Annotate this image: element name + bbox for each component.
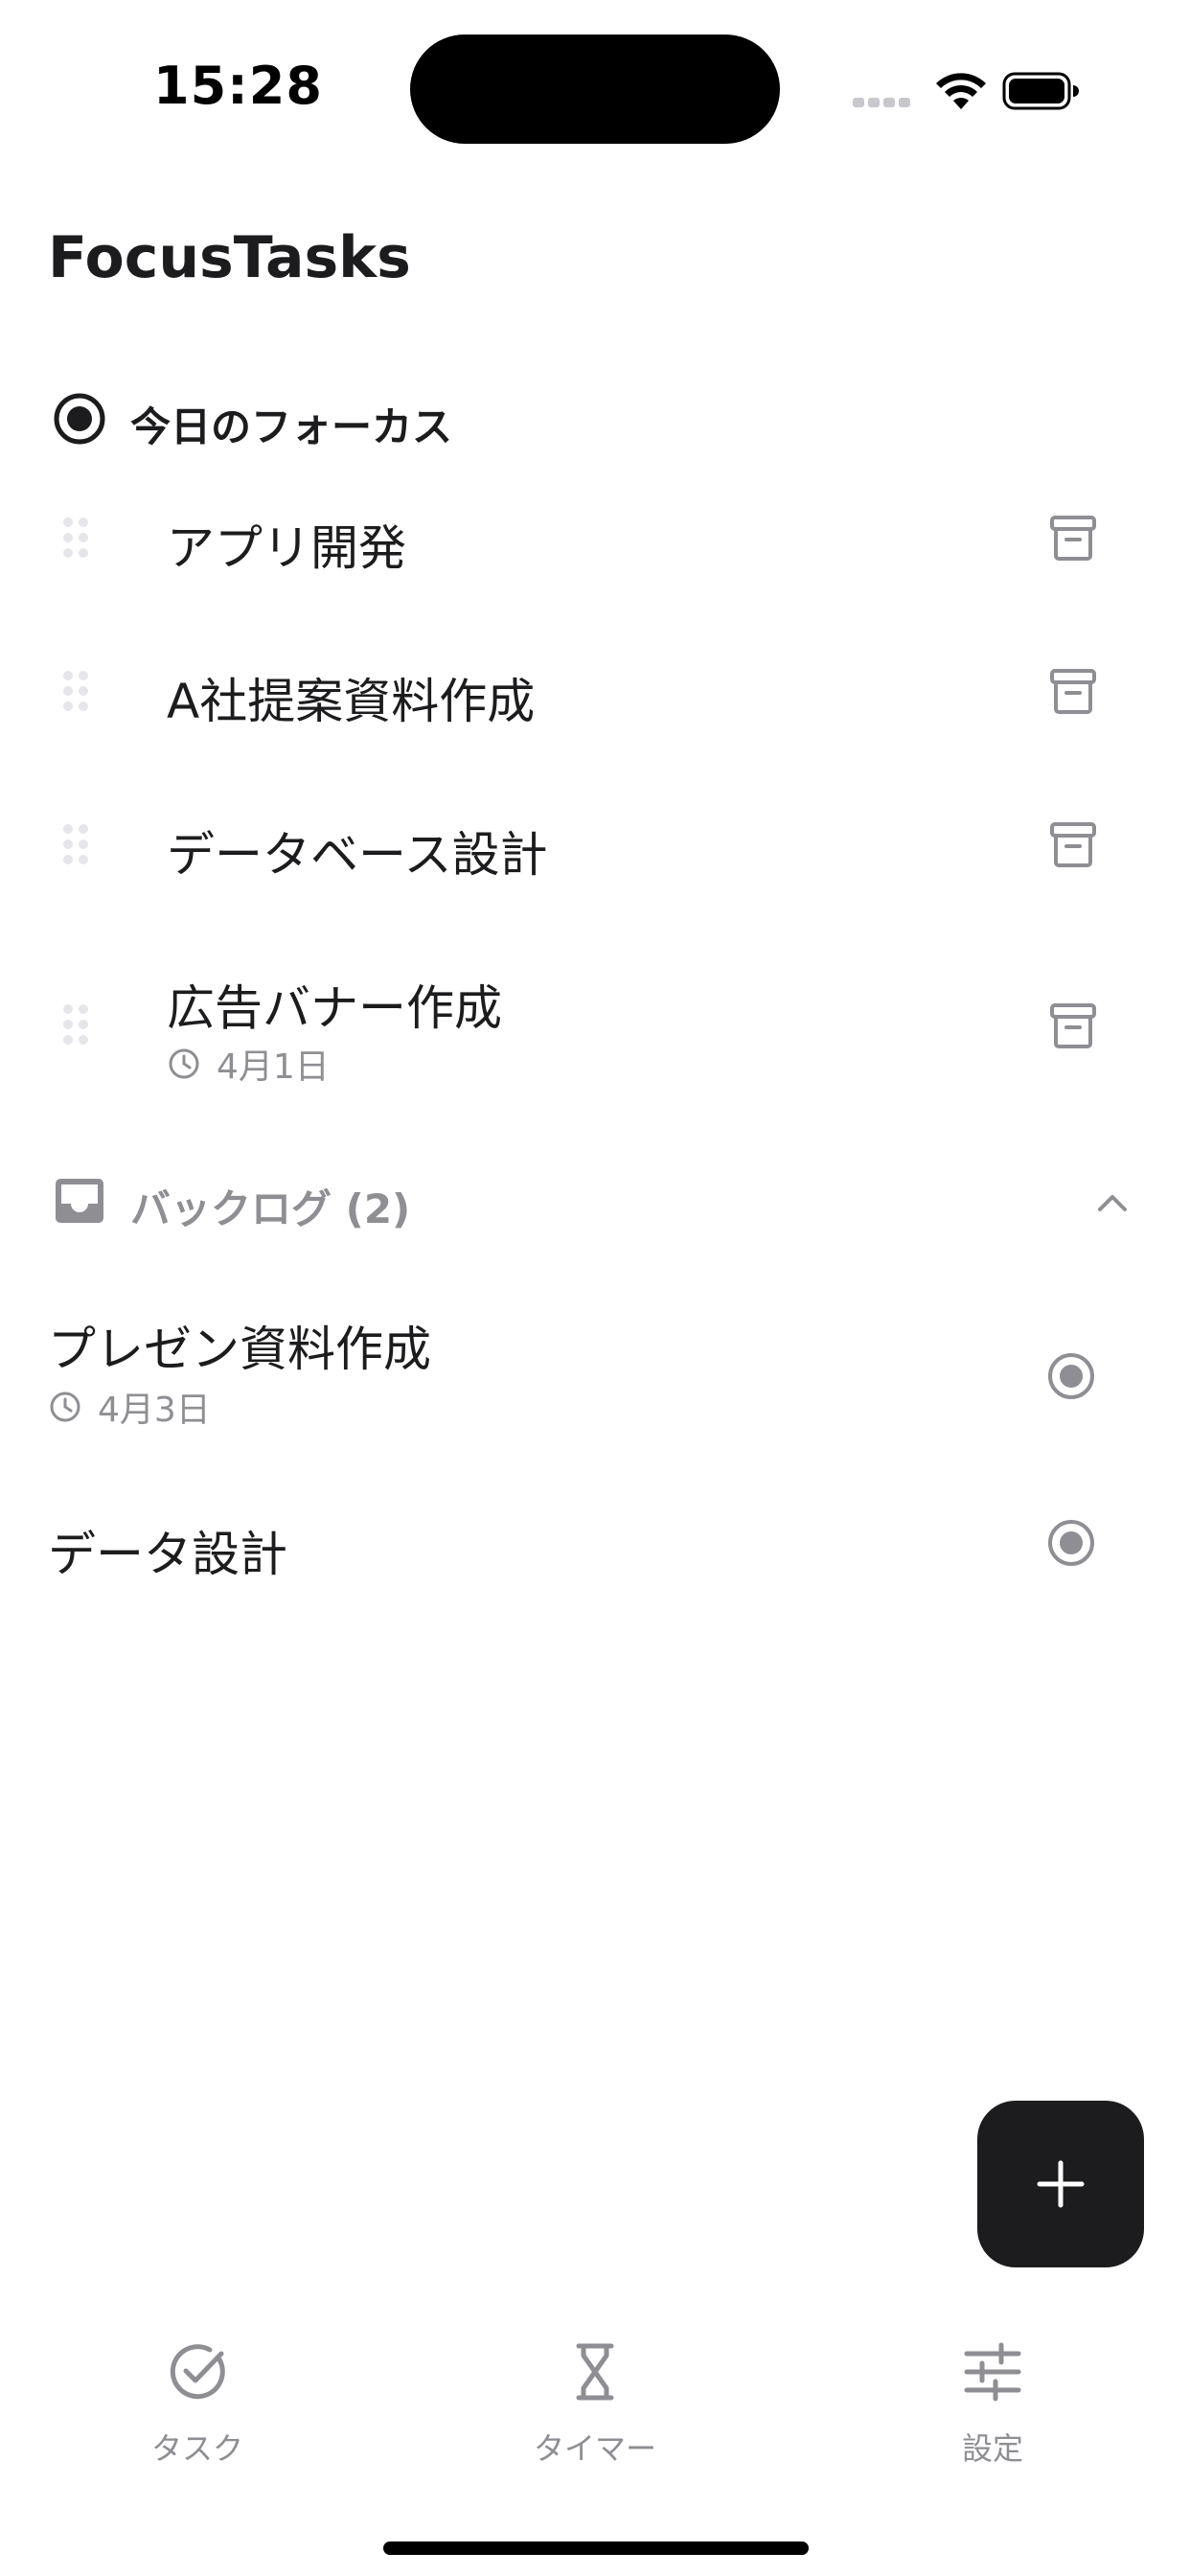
status-icons xyxy=(853,67,1092,115)
move-to-focus-icon[interactable] xyxy=(1044,1516,1098,1570)
drag-handle-icon[interactable] xyxy=(61,516,90,560)
backlog-task-row[interactable]: データ設計 xyxy=(0,1468,1190,1622)
tab-timer[interactable]: タイマー xyxy=(470,2340,720,2494)
clock-icon xyxy=(169,1048,199,1079)
focus-section-header: 今日のフォーカス xyxy=(48,381,1142,458)
hourglass-icon xyxy=(576,2343,614,2401)
focus-task-row[interactable]: 広告バナー作成 4月1日 xyxy=(0,949,1190,1112)
status-time: 15:28 xyxy=(153,56,323,116)
backlog-section-header[interactable]: バックログ (2) xyxy=(48,1163,1142,1240)
focus-section-label: 今日のフォーカス xyxy=(130,403,453,450)
archive-icon[interactable] xyxy=(1046,817,1100,871)
task-title: プレゼン資料作成 xyxy=(48,1322,431,1377)
sliders-icon xyxy=(964,2342,1021,2402)
archive-icon[interactable] xyxy=(1046,511,1100,564)
task-title: データベース設計 xyxy=(167,827,548,883)
focus-task-row[interactable]: データベース設計 xyxy=(0,772,1190,916)
tab-tasks[interactable]: タスク xyxy=(73,2340,322,2494)
backlog-task-row[interactable]: プレゼン資料作成 4月3日 xyxy=(0,1294,1190,1466)
battery-icon xyxy=(1002,72,1079,110)
inbox-icon xyxy=(56,1179,103,1223)
plus-icon xyxy=(1037,2160,1085,2208)
archive-icon[interactable] xyxy=(1046,999,1100,1052)
wifi-icon xyxy=(936,73,986,109)
task-due-date: 4月1日 xyxy=(167,1039,330,1089)
task-due-date: 4月3日 xyxy=(48,1382,211,1432)
chevron-up-icon[interactable] xyxy=(1088,1179,1136,1227)
archive-icon[interactable] xyxy=(1046,664,1100,718)
tab-bar: タスク タイマー 設定 xyxy=(0,2319,1190,2511)
add-task-button[interactable] xyxy=(977,2101,1144,2267)
task-date-label: 4月3日 xyxy=(98,1391,211,1430)
focus-task-row[interactable]: アプリ開発 xyxy=(0,466,1190,610)
home-indicator xyxy=(383,2542,809,2555)
check-circle-icon xyxy=(170,2344,225,2400)
drag-handle-icon[interactable] xyxy=(61,822,90,866)
tab-timer-label: タイマー xyxy=(533,2430,656,2467)
task-title: アプリ開発 xyxy=(167,520,406,576)
task-date-label: 4月1日 xyxy=(217,1047,330,1087)
drag-handle-icon[interactable] xyxy=(61,1002,90,1046)
dynamic-island xyxy=(410,34,780,144)
task-title: データ設計 xyxy=(48,1527,287,1582)
task-title: A社提案資料作成 xyxy=(167,674,536,729)
target-icon xyxy=(54,393,105,445)
focus-task-row[interactable]: A社提案資料作成 xyxy=(0,619,1190,763)
tab-settings-label: 設定 xyxy=(961,2430,1023,2467)
tab-settings[interactable]: 設定 xyxy=(868,2340,1117,2494)
task-title: 広告バナー作成 xyxy=(167,980,502,1036)
move-to-focus-icon[interactable] xyxy=(1044,1349,1098,1403)
cellular-signal-icon xyxy=(853,98,910,107)
clock-icon xyxy=(50,1392,80,1422)
backlog-section-label: バックログ (2) xyxy=(130,1185,411,1232)
drag-handle-icon[interactable] xyxy=(61,669,90,713)
page-title: FocusTasks xyxy=(48,224,411,291)
tab-tasks-label: タスク xyxy=(150,2430,243,2467)
